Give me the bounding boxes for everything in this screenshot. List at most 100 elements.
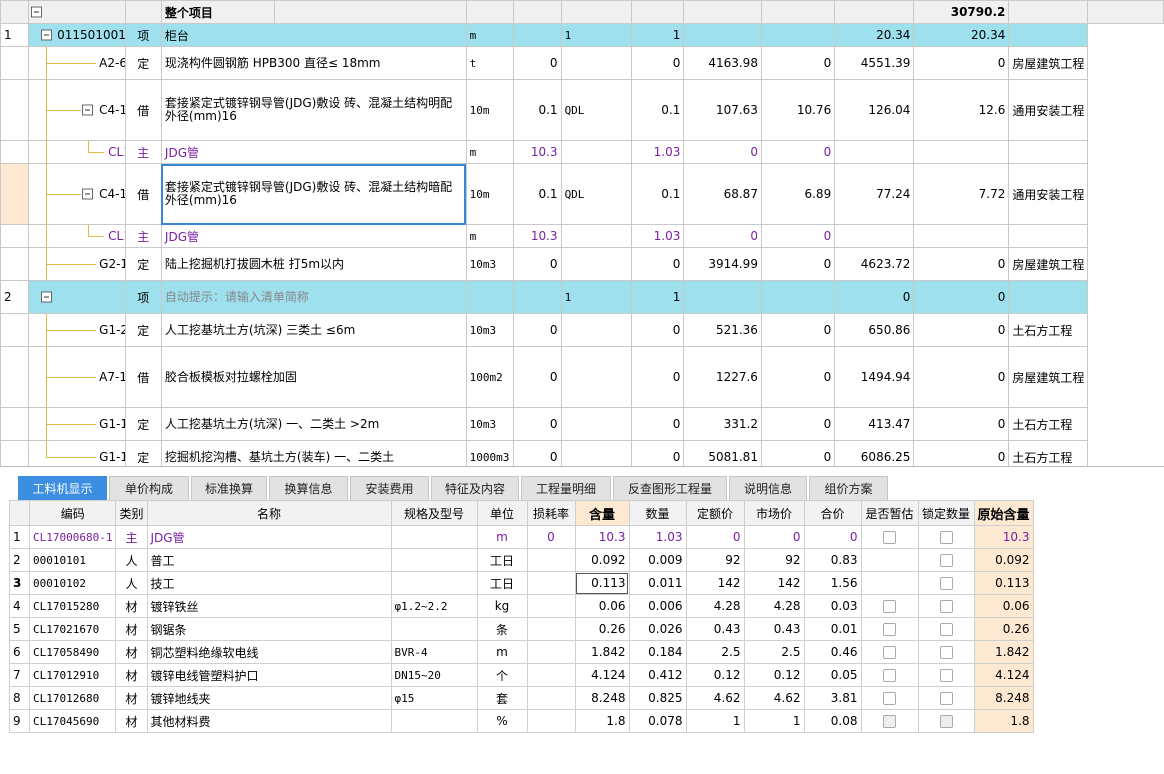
material-row[interactable]: 6 CL17058490 材铜芯塑料绝缘软电线 BVR-4 m 1.842 0.184 2.5… bbox=[9, 640, 1034, 664]
specialty-cell[interactable]: 土石方工程 bbox=[1008, 313, 1089, 347]
tab-3[interactable]: 标准换算 bbox=[191, 476, 267, 500]
code-cell[interactable]: C4-12-1 bbox=[28, 79, 126, 141]
column-header-2[interactable]: 类别 bbox=[115, 500, 148, 526]
quantity-cell[interactable]: 0 bbox=[631, 247, 685, 281]
lock-quantity-checkbox[interactable] bbox=[939, 646, 953, 659]
bill-item-row[interactable]: 2 项自动提示：请输入清单简称 1 1 0 0 bbox=[0, 280, 1164, 314]
row-number[interactable] bbox=[0, 46, 30, 80]
row-number[interactable] bbox=[0, 247, 30, 281]
quota-row[interactable]: A2-65定现浇构件圆钢筋 HPB300 直径≤ 18mmt004163.980… bbox=[0, 46, 1164, 80]
material-type[interactable]: 材 bbox=[115, 709, 148, 733]
specialty-cell[interactable] bbox=[1008, 224, 1089, 248]
tab-8[interactable]: 反查图形工程量 bbox=[613, 476, 727, 500]
column-header-11[interactable]: 合价 bbox=[803, 500, 862, 526]
code-cell[interactable]: CL170006… bbox=[28, 224, 126, 248]
name-cell[interactable]: JDG管 bbox=[160, 140, 467, 164]
quantity-cell[interactable]: 0.1 bbox=[631, 163, 685, 225]
qty-expression-cell[interactable] bbox=[560, 247, 633, 281]
loss-rate[interactable] bbox=[526, 640, 576, 664]
tab-10[interactable]: 组价方案 bbox=[809, 476, 888, 500]
quantity-cell[interactable]: 0 bbox=[631, 46, 685, 80]
quota-row[interactable]: C4-12-7借套接紧定式镀锌钢导管(JDG)敷设 砖、混凝土结构暗配 外径(m… bbox=[0, 163, 1164, 225]
quantity-cell[interactable]: 0 bbox=[631, 346, 685, 408]
material-name[interactable]: JDG管 bbox=[146, 525, 392, 549]
row-number[interactable]: 7 bbox=[9, 663, 30, 687]
specialty-cell[interactable]: 通用安装工程 bbox=[1008, 79, 1089, 141]
material-unit[interactable]: 条 bbox=[476, 617, 528, 641]
material-type[interactable]: 材 bbox=[115, 594, 148, 618]
type-cell[interactable]: 项 bbox=[124, 23, 162, 47]
name-cell[interactable]: 套接紧定式镀锌钢导管(JDG)敷设 砖、混凝土结构暗配 外径(mm)16 bbox=[160, 163, 467, 225]
lock-quantity-checkbox[interactable] bbox=[939, 692, 953, 705]
row-number[interactable]: 6 bbox=[9, 640, 30, 664]
content-cell[interactable]: 10.3 bbox=[513, 140, 562, 164]
content-cell[interactable]: 0.1 bbox=[513, 79, 562, 141]
material-row[interactable]: 7 CL17012910 材镀锌电线管塑料护口 DN15~20 个 4.124 0.412 0… bbox=[9, 663, 1034, 687]
material-quantity[interactable]: 0.009 bbox=[628, 548, 687, 572]
column-header-0[interactable] bbox=[9, 500, 30, 526]
content-cell[interactable]: 0.1 bbox=[513, 163, 562, 225]
material-row[interactable]: 1 CL17000680-1 主 JDG管 m 0 10.3 1.03 0 0 0 10.3 bbox=[9, 525, 1034, 549]
quota-row[interactable]: G1-122定挖掘机挖沟槽、基坑土方(装车) 一、二类土1000m3005081… bbox=[0, 440, 1164, 466]
material-type[interactable]: 主 bbox=[115, 525, 148, 549]
material-unit[interactable]: 套 bbox=[476, 686, 528, 710]
unit-cell[interactable]: 1000m3 bbox=[465, 440, 515, 466]
material-quantity[interactable]: 0.006 bbox=[628, 594, 687, 618]
provisional-estimate-checkbox[interactable] bbox=[883, 669, 896, 682]
material-unit[interactable]: 个 bbox=[476, 663, 528, 687]
content-cell[interactable]: 0 bbox=[513, 247, 562, 281]
material-spec[interactable]: φ15 bbox=[390, 686, 478, 710]
quota-row[interactable]: A7-127借胶合板模板对拉螺栓加固100m2001227.601494.940… bbox=[0, 346, 1164, 408]
content-cell[interactable]: 0 bbox=[513, 440, 562, 466]
type-cell[interactable]: 借 bbox=[124, 346, 162, 408]
material-unit[interactable]: m bbox=[476, 525, 528, 549]
specialty-cell[interactable] bbox=[1008, 140, 1089, 164]
content-qty[interactable]: 8.248 bbox=[574, 686, 630, 710]
content-cell[interactable]: 0 bbox=[513, 346, 562, 408]
type-cell[interactable]: 借 bbox=[124, 79, 162, 141]
content-cell[interactable]: 10.3 bbox=[513, 224, 562, 248]
material-spec[interactable] bbox=[390, 709, 478, 733]
market-price[interactable]: 4.28 bbox=[743, 594, 805, 618]
material-row[interactable]: 5 CL17021670 材钢锯条条 0.26 0.026 0.43 0.43 0.01 0.2… bbox=[9, 617, 1034, 641]
unit-cell[interactable]: 10m3 bbox=[465, 407, 515, 441]
type-cell[interactable]: 定 bbox=[124, 313, 162, 347]
type-cell[interactable]: 借 bbox=[124, 163, 162, 225]
row-number[interactable]: 2 bbox=[9, 548, 30, 572]
qty-expression-cell[interactable] bbox=[560, 346, 633, 408]
name-cell[interactable]: 现浇构件圆钢筋 HPB300 直径≤ 18mm bbox=[160, 46, 467, 80]
qty-expression-cell[interactable]: 1 bbox=[560, 280, 633, 314]
material-unit[interactable]: 工日 bbox=[476, 571, 528, 595]
type-cell[interactable]: 定 bbox=[124, 440, 162, 466]
material-type[interactable]: 人 bbox=[115, 548, 148, 572]
qty-expression-cell[interactable] bbox=[560, 440, 633, 466]
specialty-cell[interactable] bbox=[1008, 280, 1089, 314]
lock-quantity-checkbox[interactable] bbox=[939, 600, 953, 613]
tab-7[interactable]: 工程量明细 bbox=[521, 476, 611, 500]
material-name[interactable]: 其他材料费 bbox=[146, 709, 392, 733]
specialty-cell[interactable] bbox=[1008, 23, 1089, 47]
lock-quantity-checkbox[interactable] bbox=[939, 554, 953, 567]
content-cell[interactable] bbox=[513, 280, 562, 314]
type-cell[interactable]: 主 bbox=[124, 140, 162, 164]
market-price[interactable]: 92 bbox=[743, 548, 805, 572]
tab-5[interactable]: 安装费用 bbox=[350, 476, 429, 500]
material-code[interactable]: CL17058490 bbox=[28, 640, 117, 664]
row-number[interactable]: 8 bbox=[9, 686, 30, 710]
tab-1[interactable]: 工料机显示 bbox=[18, 476, 107, 500]
unit-cell[interactable]: 10m bbox=[465, 163, 515, 225]
qty-expression-cell[interactable] bbox=[560, 407, 633, 441]
content-qty[interactable]: 0.06 bbox=[574, 594, 630, 618]
provisional-estimate-checkbox[interactable] bbox=[883, 600, 896, 613]
qty-expression-cell[interactable]: 1 bbox=[560, 23, 633, 47]
collapse-icon[interactable] bbox=[82, 104, 94, 116]
bill-item-row[interactable]: 1011501001001项柜台m1120.3420.34 bbox=[0, 23, 1164, 47]
quantity-cell[interactable]: 1 bbox=[631, 23, 685, 47]
column-header-5[interactable]: 单位 bbox=[476, 500, 528, 526]
material-unit[interactable]: m bbox=[476, 640, 528, 664]
row-number[interactable] bbox=[0, 163, 30, 225]
row-number[interactable]: 1 bbox=[0, 23, 30, 47]
material-row[interactable]: 9 CL17045690 材其他材料费% 1.8 0.078 1 1 0.08 1.8 bbox=[9, 709, 1034, 733]
tab-4[interactable]: 换算信息 bbox=[269, 476, 348, 500]
collapse-icon[interactable] bbox=[41, 291, 53, 303]
